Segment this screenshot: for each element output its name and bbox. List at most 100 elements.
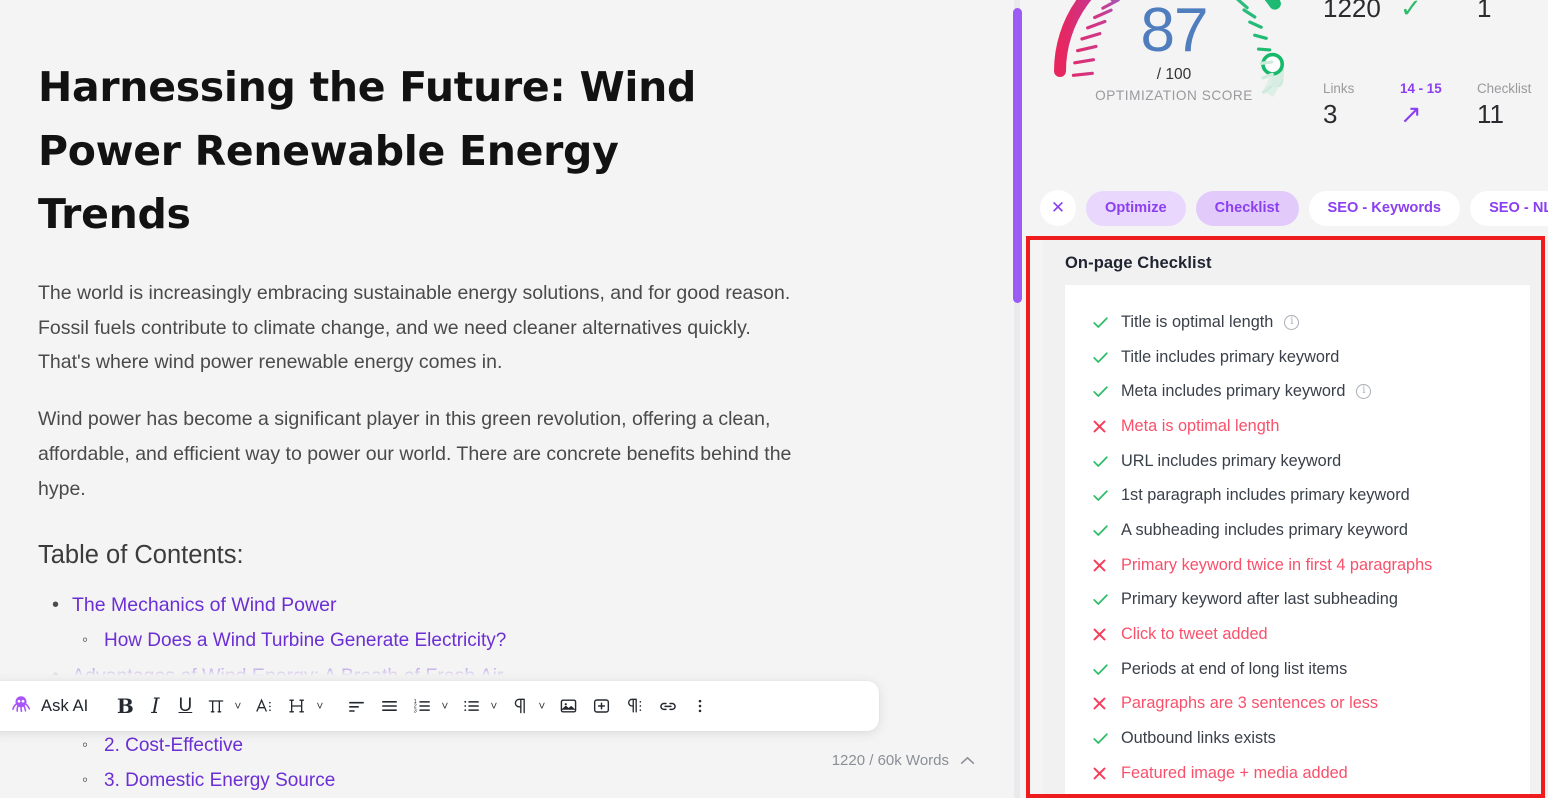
checklist-item[interactable]: A subheading includes primary keyword <box>1065 513 1530 548</box>
checklist-item[interactable]: Paragraphs are 3 sentences or less <box>1065 687 1530 722</box>
check-icon <box>1091 521 1121 540</box>
stat-value: 1 <box>1477 0 1492 23</box>
list-item: 3. Domestic Energy Source <box>72 764 953 798</box>
bold-button[interactable]: B <box>110 687 140 725</box>
checklist-item-label: Meta is optimal length <box>1121 416 1280 435</box>
stat-value: 3 <box>1323 98 1338 129</box>
checklist-item-label: Outbound links exists <box>1121 729 1276 748</box>
word-count-indicator[interactable]: 1220 / 60k Words <box>832 752 975 769</box>
list-item: How Does a Wind Turbine Generate Electri… <box>72 624 953 659</box>
check-icon <box>1091 348 1121 367</box>
align-left-button[interactable] <box>340 687 373 725</box>
ordered-list-button[interactable]: 1 2 3 <box>406 687 439 725</box>
tab-seo-keywords[interactable]: SEO - Keywords <box>1308 190 1461 226</box>
checklist-items: Title is optimal length i Title includes p… <box>1065 285 1530 797</box>
heading-button[interactable] <box>281 687 314 725</box>
bullet-list-button[interactable] <box>455 687 488 725</box>
chevron-down-icon[interactable]: ˅ <box>232 699 248 713</box>
more-options-button[interactable] <box>685 687 715 725</box>
seo-stats: 1220 ✓ 1 Links 3 14 - 15 ↗ Checklist 11 <box>1323 0 1548 128</box>
cross-icon <box>1091 626 1121 643</box>
check-icon <box>1091 590 1121 609</box>
checklist-item-label: Featured image + media added <box>1121 763 1348 782</box>
check-icon: ✓ <box>1400 0 1422 23</box>
chevron-down-icon[interactable]: ˅ <box>536 699 552 713</box>
font-family-button[interactable] <box>200 687 232 725</box>
checklist-item[interactable]: Periods at end of long list items <box>1065 652 1530 687</box>
checklist-item[interactable]: Featured image + media added <box>1065 756 1530 791</box>
checklist-item-label: Title includes primary keyword <box>1121 347 1340 366</box>
optimization-score-max: / 100 <box>1156 66 1192 83</box>
octopus-icon <box>10 693 32 720</box>
checklist-item-label: Title is optimal length <box>1121 312 1274 331</box>
ask-ai-button[interactable]: Ask AI <box>0 687 100 725</box>
scrollbar-thumb[interactable] <box>1013 8 1022 303</box>
cross-icon <box>1091 557 1121 574</box>
on-page-checklist-card: On-page Checklist Title is optimal lengt… <box>1043 237 1548 798</box>
insert-button[interactable] <box>585 687 618 725</box>
italic-button[interactable]: I <box>140 687 170 725</box>
toc-link[interactable]: How Does a Wind Turbine Generate Electri… <box>104 630 506 651</box>
font-size-button[interactable] <box>248 687 281 725</box>
stat-checklist[interactable]: Checklist 11 <box>1477 81 1548 129</box>
stat-count: 1 <box>1477 0 1548 23</box>
chevron-down-icon[interactable]: ˅ <box>314 699 330 713</box>
info-icon[interactable]: i <box>1284 314 1300 330</box>
cross-icon <box>1091 695 1121 712</box>
check-icon <box>1091 313 1121 332</box>
checklist-item-label: Periods at end of long list items <box>1121 659 1348 678</box>
info-icon[interactable]: i <box>1356 384 1372 400</box>
tab-optimize[interactable]: Optimize <box>1086 190 1186 226</box>
document-editor-pane: Harnessing the Future: Wind Power Renewa… <box>0 0 1013 798</box>
checklist-item-label: Primary keyword after last subheading <box>1121 590 1398 609</box>
checklist-item[interactable]: Meta includes primary keyword i <box>1065 374 1530 409</box>
checklist-item[interactable]: Title is optimal length i <box>1065 305 1530 340</box>
seo-tab-bar: ✕ Optimize Checklist SEO - Keywords SEO … <box>1040 190 1548 226</box>
close-icon[interactable]: ✕ <box>1040 190 1076 226</box>
ask-ai-label: Ask AI <box>41 696 89 715</box>
checklist-item[interactable]: 1st paragraph includes primary keyword <box>1065 478 1530 513</box>
page-title: Harnessing the Future: Wind Power Renewa… <box>38 63 697 239</box>
align-justify-button[interactable] <box>373 687 406 725</box>
toc-link[interactable]: The Mechanics of Wind Power <box>72 594 336 616</box>
seo-stats-row-top: 1220 ✓ 1 <box>1323 0 1548 23</box>
toc-sublist: How Does a Wind Turbine Generate Electri… <box>72 624 953 659</box>
link-button[interactable] <box>651 687 685 725</box>
checklist-item[interactable]: Outbound links exists <box>1065 721 1530 756</box>
paragraph-button[interactable] <box>504 687 536 725</box>
check-icon <box>1091 486 1121 505</box>
toc-link[interactable]: 3. Domestic Energy Source <box>104 770 335 791</box>
list-item: The Mechanics of Wind Power How Does a W… <box>38 587 953 659</box>
chevron-down-icon[interactable]: ˅ <box>439 699 455 713</box>
checklist-item[interactable]: URL includes primary keyword <box>1065 444 1530 479</box>
stat-check: ✓ <box>1400 0 1471 23</box>
optimization-score-value: 87 <box>1140 0 1209 65</box>
word-count-label: 1220 / 60k Words <box>831 752 949 769</box>
check-icon <box>1091 729 1121 748</box>
list-item: 2. Cost-Effective <box>72 729 953 764</box>
checklist-title: On-page Checklist <box>1065 254 1212 272</box>
check-icon <box>1091 452 1121 471</box>
tab-checklist[interactable]: Checklist <box>1195 190 1299 226</box>
toc-link[interactable]: 2. Cost-Effective <box>104 735 243 756</box>
tab-seo-nlps[interactable]: SEO - NLPs <box>1470 190 1548 226</box>
stat-label: Checklist <box>1477 80 1532 96</box>
checklist-item-label: Primary keyword twice in first 4 paragra… <box>1121 555 1433 574</box>
document-paragraph-1: The world is increasingly embracing sust… <box>38 281 791 374</box>
checklist-item[interactable]: Meta is optimal length <box>1065 409 1530 444</box>
checklist-item[interactable]: Primary keyword twice in first 4 paragra… <box>1065 548 1530 583</box>
checklist-item[interactable]: Title includes primary keyword <box>1065 340 1530 375</box>
toc-heading: Table of Contents: <box>38 540 244 569</box>
stat-range[interactable]: 14 - 15 ↗ <box>1400 81 1471 129</box>
image-button[interactable] <box>552 687 585 725</box>
checklist-item-label: A subheading includes primary keyword <box>1121 520 1408 539</box>
chevron-down-icon[interactable]: ˅ <box>488 699 504 713</box>
checklist-item-label: 1st paragraph includes primary keyword <box>1121 486 1410 505</box>
paragraph-spacing-button[interactable] <box>618 687 651 725</box>
chevron-up-icon[interactable] <box>960 752 975 769</box>
checklist-item[interactable]: Primary keyword after last subheading <box>1065 583 1530 618</box>
underline-button[interactable]: U <box>170 687 200 725</box>
stat-links[interactable]: Links 3 <box>1323 81 1394 129</box>
document-body[interactable]: Harnessing the Future: Wind Power Renewa… <box>0 0 1013 798</box>
checklist-item[interactable]: Click to tweet added <box>1065 617 1530 652</box>
